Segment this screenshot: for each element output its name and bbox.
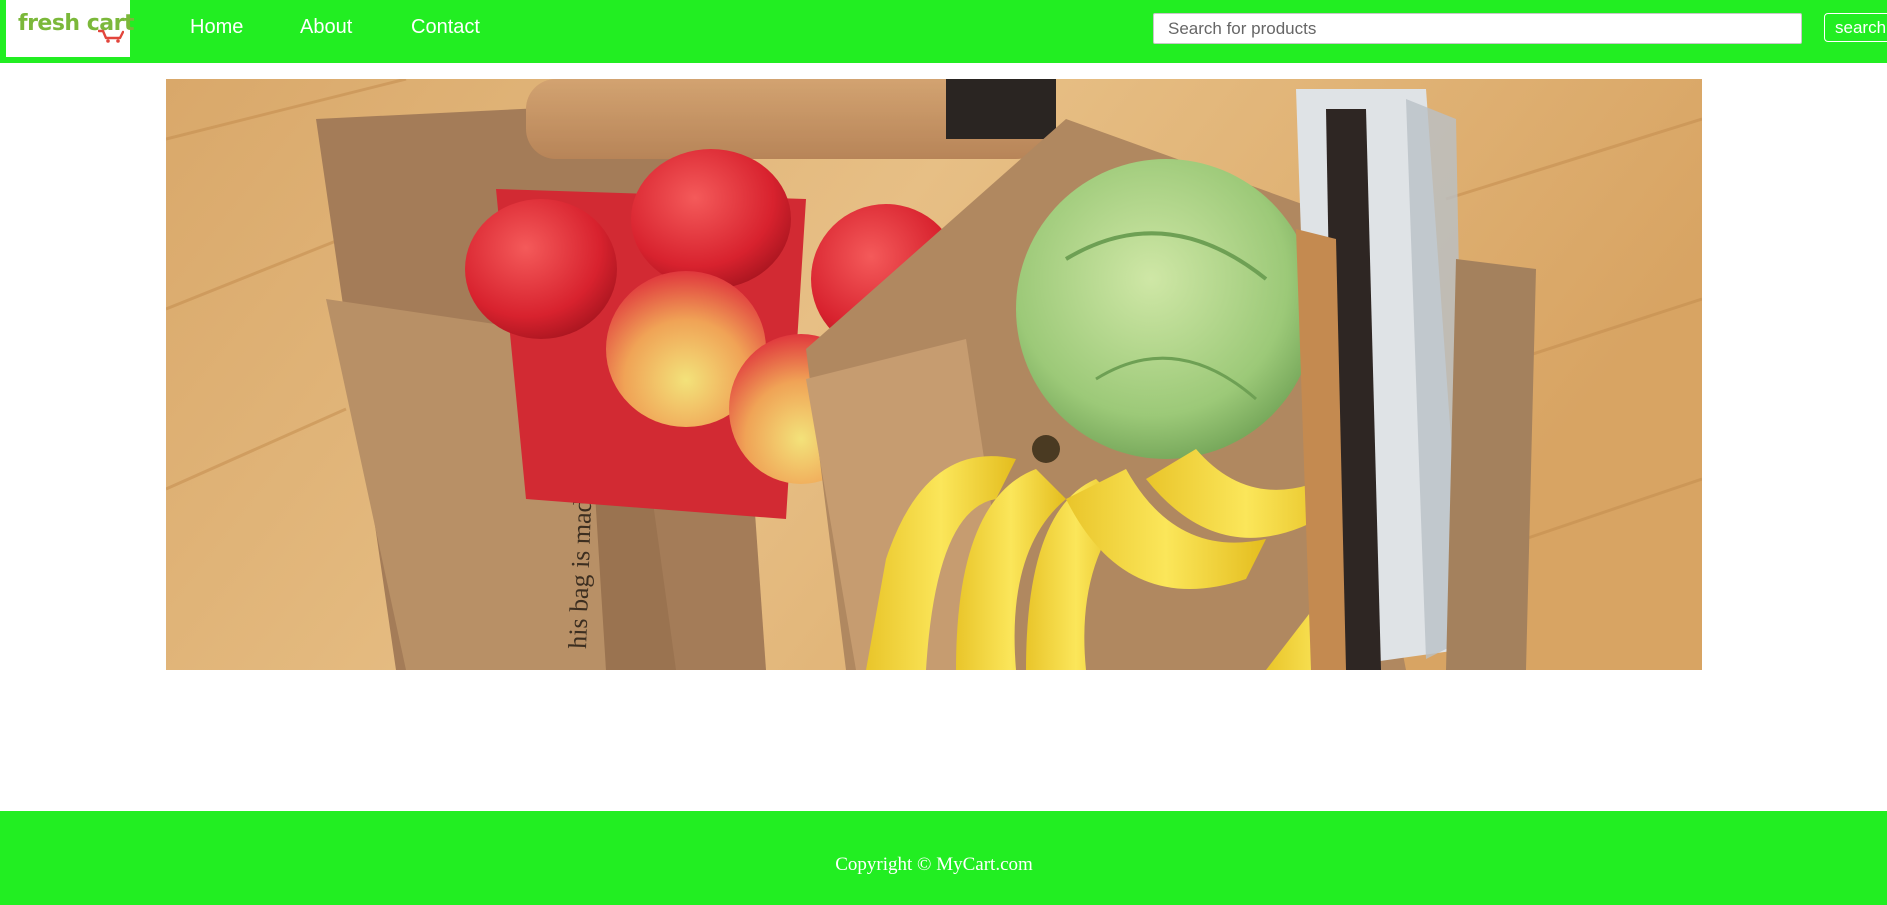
nav-contact-link[interactable]: Contact bbox=[411, 16, 480, 39]
nav-about-link[interactable]: About bbox=[300, 16, 352, 39]
search-button[interactable]: search bbox=[1824, 13, 1887, 42]
search-input[interactable] bbox=[1153, 13, 1802, 44]
navbar: fresh cart Home About Contact search bbox=[0, 0, 1887, 63]
hero-image: his bag is made from bbox=[166, 79, 1702, 670]
nav-home-link[interactable]: Home bbox=[190, 16, 243, 39]
groceries-image: his bag is made from bbox=[166, 79, 1702, 670]
copyright-text: Copyright © MyCart.com bbox=[835, 854, 1033, 875]
logo[interactable]: fresh cart bbox=[6, 0, 135, 57]
cart-icon bbox=[98, 29, 124, 43]
